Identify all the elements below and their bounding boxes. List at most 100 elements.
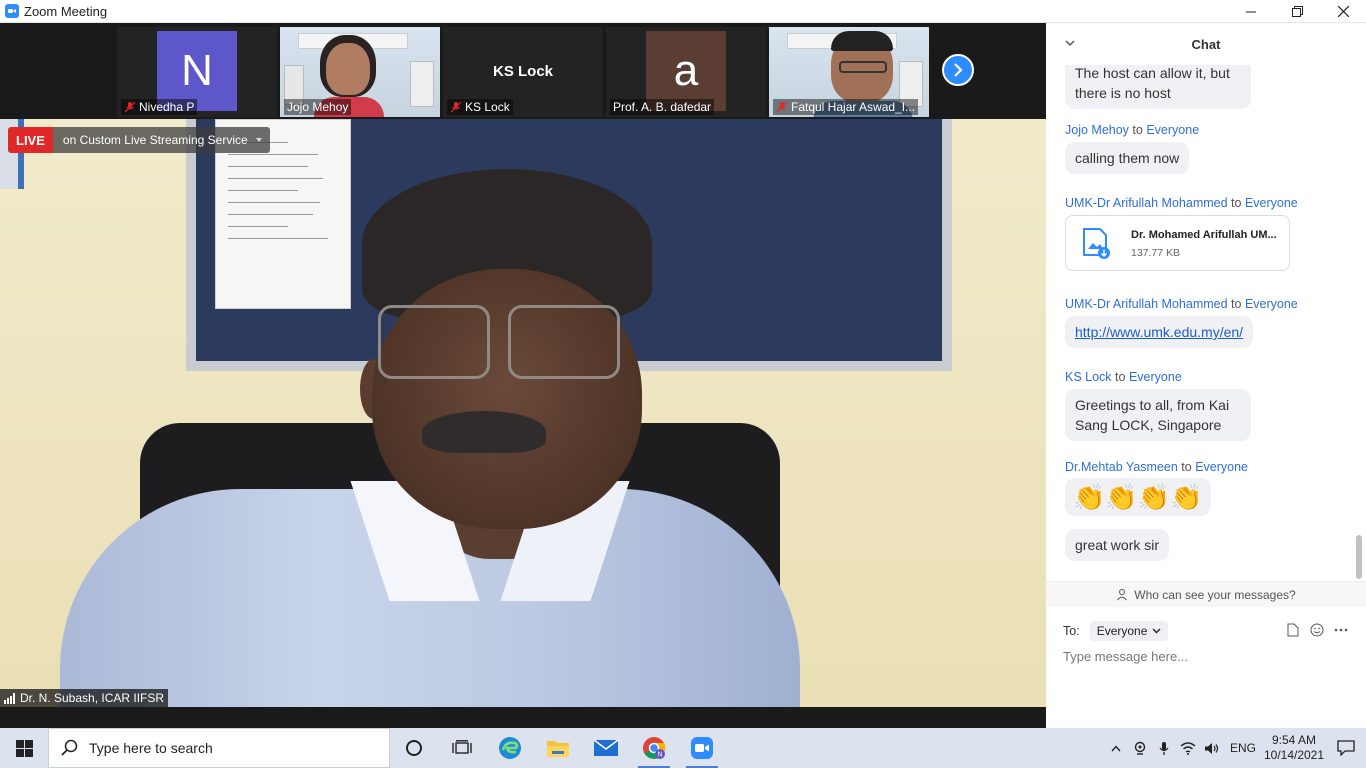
participant-name-tag: Fatqul Hajar Aswad_I... <box>773 99 919 115</box>
participant-tile[interactable]: Jojo Mehoy <box>280 27 440 117</box>
chevron-down-icon[interactable] <box>1064 37 1076 49</box>
live-service-dropdown[interactable]: on Custom Live Streaming Service <box>52 127 270 153</box>
participant-tile[interactable]: N Nivedha P <box>117 27 277 117</box>
who-can-see-text: Who can see your messages? <box>1134 587 1296 602</box>
notification-icon <box>1337 740 1355 756</box>
chat-messages[interactable]: The host can allow it, but there is no h… <box>1046 65 1366 581</box>
participant-name: Prof. A. B. dafedar <box>613 100 712 114</box>
chat-recipient: Everyone <box>1244 297 1298 311</box>
chat-scrollbar-thumb[interactable] <box>1356 535 1362 579</box>
chat-recipient: Everyone <box>1128 370 1182 384</box>
cortana-button[interactable] <box>390 728 438 768</box>
recipient-select[interactable]: Everyone <box>1089 621 1169 641</box>
restore-icon <box>1291 6 1303 17</box>
close-button[interactable] <box>1320 0 1366 23</box>
wifi-icon <box>1180 741 1196 755</box>
next-page-button[interactable] <box>942 54 974 86</box>
language-indicator[interactable]: ENG <box>1224 728 1262 768</box>
zoom-taskbar-button[interactable] <box>678 728 726 768</box>
chat-sender[interactable]: UMK-Dr Arifullah Mohammed <box>1065 196 1228 210</box>
live-stream-indicator[interactable]: LIVE on Custom Live Streaming Service <box>8 127 270 153</box>
participant-gallery: N Nivedha P Jojo Mehoy KS Lock KS Lock a… <box>0 23 1046 119</box>
chat-file-attachment[interactable]: Dr. Mohamed Arifullah UM... 137.77 KB <box>1065 215 1290 271</box>
chat-to-word: to <box>1231 196 1242 210</box>
active-speaker-video: LIVE on Custom Live Streaming Service Dr… <box>0 119 1046 707</box>
smiley-icon <box>1310 623 1324 637</box>
participant-name-tag: Jojo Mehoy <box>284 99 352 115</box>
volume-tray-button[interactable] <box>1200 728 1224 768</box>
file-share-button[interactable] <box>1286 623 1300 637</box>
taskbar-clock[interactable]: 9:54 AM 10/14/2021 <box>1262 733 1326 763</box>
chat-bubble[interactable]: 👏👏👏👏 <box>1065 478 1211 516</box>
participant-name: Fatqul Hajar Aswad_I... <box>791 100 916 114</box>
chat-sender[interactable]: Dr.Mehtab Yasmeen <box>1065 460 1178 474</box>
chrome-taskbar-button[interactable]: N <box>630 728 678 768</box>
participant-name: KS Lock <box>465 100 510 114</box>
close-icon <box>1337 6 1349 17</box>
participant-name-tag: Nivedha P <box>121 99 198 115</box>
network-tray-button[interactable] <box>1176 728 1200 768</box>
chat-sender-line: Dr.Mehtab Yasmeen to Everyone <box>1065 460 1248 474</box>
participant-tile[interactable]: a Prof. A. B. dafedar <box>606 27 766 117</box>
chat-sender[interactable]: UMK-Dr Arifullah Mohammed <box>1065 297 1228 311</box>
mail-icon <box>593 739 619 756</box>
edge-taskbar-button[interactable] <box>486 728 534 768</box>
participant-name-tag: Prof. A. B. dafedar <box>610 99 715 115</box>
windows-taskbar: Type here to search N ENG 9:54 AM 10/14/… <box>0 728 1366 768</box>
task-view-button[interactable] <box>438 728 486 768</box>
participant-tile[interactable]: KS Lock KS Lock <box>443 27 603 117</box>
participant-center-name: KS Lock <box>492 63 553 80</box>
chat-bubble[interactable]: great work sir <box>1065 529 1170 561</box>
chat-panel: Chat The host can allow it, but there is… <box>1046 23 1366 728</box>
participant-face <box>326 43 370 95</box>
mic-muted-icon <box>776 101 788 113</box>
taskbar-search-box[interactable]: Type here to search <box>48 728 390 768</box>
chat-text: calling them now <box>1075 150 1180 166</box>
clock-date: 10/14/2021 <box>1263 748 1325 762</box>
image-file-icon <box>1083 228 1110 259</box>
video-bottom-bar <box>0 707 1046 728</box>
chrome-icon: N <box>643 737 666 759</box>
participant-name: Nivedha P <box>139 100 195 114</box>
show-hidden-icons-button[interactable] <box>1104 728 1128 768</box>
participant-name: Jojo Mehoy <box>287 100 349 114</box>
edge-icon <box>499 737 521 759</box>
participant-tile[interactable]: Fatqul Hajar Aswad_I... <box>769 27 929 117</box>
chat-recipient-row: To: Everyone <box>1063 621 1169 641</box>
chat-title: Chat <box>1191 36 1221 52</box>
action-center-button[interactable] <box>1326 728 1366 768</box>
start-button[interactable] <box>0 728 48 768</box>
chat-bubble[interactable]: calling them now <box>1065 142 1190 174</box>
chat-bubble[interactable]: Greetings to all, from Kai Sang LOCK, Si… <box>1065 389 1251 441</box>
speaker-name: Dr. N. Subash, ICAR IIFSR <box>20 691 165 705</box>
more-options-button[interactable] <box>1334 623 1348 637</box>
recipient-value: Everyone <box>1096 624 1148 638</box>
file-size: 137.77 KB <box>1131 247 1181 259</box>
who-can-see-link[interactable]: Who can see your messages? <box>1046 581 1366 607</box>
chat-link[interactable]: http://www.umk.edu.my/en/ <box>1075 324 1243 340</box>
chevron-up-icon <box>1111 744 1121 751</box>
person-lock-icon <box>1117 589 1128 601</box>
microphone-tray-button[interactable] <box>1152 728 1176 768</box>
file-explorer-taskbar-button[interactable] <box>534 728 582 768</box>
video-speaker-glasses <box>378 305 490 379</box>
chat-bubble[interactable]: The host can allow it, but there is no h… <box>1065 65 1251 109</box>
chat-tools <box>1286 623 1348 637</box>
caret-down-icon <box>255 138 262 142</box>
minimize-button[interactable] <box>1228 0 1274 23</box>
mail-taskbar-button[interactable] <box>582 728 630 768</box>
folder-icon <box>547 741 569 757</box>
emoji-button[interactable] <box>1310 623 1324 637</box>
chat-message-input[interactable] <box>1063 649 1353 664</box>
mic-muted-icon <box>450 101 462 113</box>
chat-recipient: Everyone <box>1244 196 1298 210</box>
chat-sender-line: Jojo Mehoy to Everyone <box>1065 123 1199 137</box>
chat-sender[interactable]: KS Lock <box>1065 370 1112 384</box>
video-speaker-glasses <box>508 305 620 379</box>
video-background-poster <box>410 61 434 107</box>
chat-text: Greetings to all, from Kai Sang LOCK, Si… <box>1075 397 1230 433</box>
chat-sender[interactable]: Jojo Mehoy <box>1065 123 1129 137</box>
webcam-tray-button[interactable] <box>1128 728 1152 768</box>
speaker-name-tag: Dr. N. Subash, ICAR IIFSR <box>0 689 169 707</box>
maximize-button[interactable] <box>1274 0 1320 23</box>
